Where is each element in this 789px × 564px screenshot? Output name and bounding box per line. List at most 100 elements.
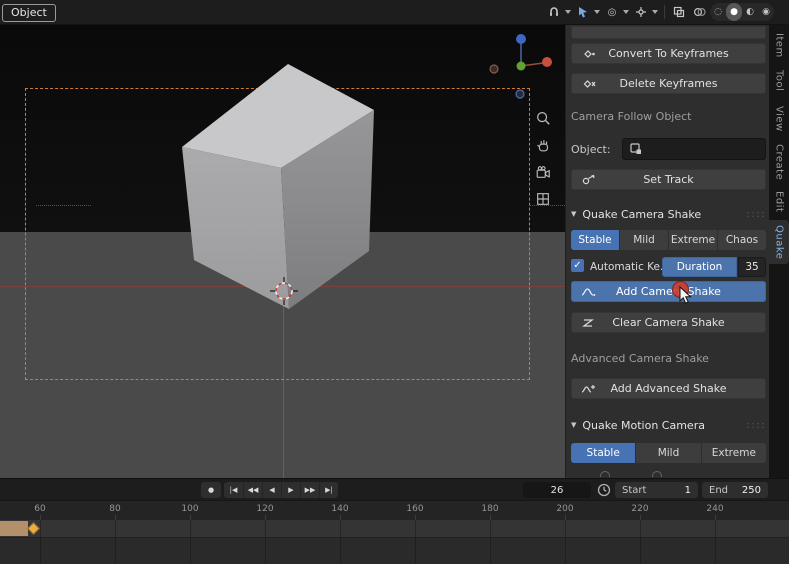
play-reverse-button[interactable]: ◀ <box>262 482 281 498</box>
xray-toggle-icon[interactable] <box>670 3 688 21</box>
play-button[interactable]: ▶ <box>281 482 300 498</box>
record-button[interactable]: ● <box>201 482 221 498</box>
quake-motion-camera-panel-header[interactable]: ▼ Quake Motion Camera :::: <box>571 415 766 435</box>
gizmo-z-axis[interactable] <box>516 34 526 44</box>
advanced-shake-section-label: Advanced Camera Shake <box>571 352 709 365</box>
ruler-frame-label: 240 <box>706 504 724 514</box>
timeline-ruler[interactable]: 60 80 100 120 140 160 180 200 220 240 <box>0 500 789 521</box>
motion-preset-stable-button[interactable]: Stable <box>571 443 636 463</box>
default-cube[interactable] <box>182 64 374 309</box>
preset-extreme-button[interactable]: Extreme <box>669 230 717 250</box>
ruler-frame-label: 180 <box>481 504 499 514</box>
frame-end-field[interactable]: End 250 <box>702 482 768 498</box>
gizmo-axes-icon <box>636 7 646 17</box>
tab-edit[interactable]: Edit <box>769 186 789 218</box>
overlays-icon[interactable] <box>690 3 708 21</box>
motion-preset-group: Stable Mild Extreme <box>571 443 766 463</box>
snap-dropdown[interactable] <box>563 3 572 21</box>
quake-motion-camera-title: Quake Motion Camera <box>582 418 705 432</box>
preset-chaos-button[interactable]: Chaos <box>718 230 766 250</box>
timeline-header: ● |◀ ◀◀ ◀ ▶ ▶▶ ▶| 26 Start 1 End 250 <box>0 478 789 500</box>
panel-grip-icon[interactable]: :::: <box>747 209 766 220</box>
motion-preset-extreme-button[interactable]: Extreme <box>701 443 766 463</box>
snapping-target-icon[interactable] <box>574 3 592 21</box>
preset-mild-button[interactable]: Mild <box>620 230 668 250</box>
set-track-button[interactable]: Set Track <box>571 169 766 190</box>
orthographic-grid-icon[interactable] <box>532 188 554 210</box>
overlay-circles-icon <box>693 7 706 17</box>
add-advanced-shake-button[interactable]: Add Advanced Shake <box>571 378 766 399</box>
ruler-frame-label: 160 <box>406 504 424 514</box>
shading-rendered-icon[interactable]: ◉ <box>758 3 774 21</box>
snapping-dropdown[interactable] <box>592 3 601 21</box>
duration-toggle-button[interactable]: Duration <box>662 257 737 277</box>
camera-view-icon[interactable] <box>532 161 554 183</box>
preset-stable-button[interactable]: Stable <box>571 230 619 250</box>
shading-wireframe-icon[interactable]: ◌ <box>710 3 726 21</box>
proportional-editing-icon[interactable]: ◎ <box>603 3 621 21</box>
gizmo-y-axis[interactable] <box>516 61 526 71</box>
proportional-dropdown[interactable] <box>621 3 630 21</box>
gizmo-neg-x-axis[interactable] <box>489 64 499 74</box>
move-hand-icon[interactable] <box>532 134 554 156</box>
motion-preset-mild-button[interactable]: Mild <box>636 443 701 463</box>
cube-left-face <box>182 147 289 309</box>
channel-separator <box>0 537 789 538</box>
ruler-frame-label: 200 <box>556 504 574 514</box>
timeline-gridline <box>190 520 191 564</box>
tab-quake[interactable]: Quake <box>769 220 789 264</box>
zoom-icon[interactable] <box>532 107 554 129</box>
duration-value-field[interactable]: 35 <box>738 257 766 277</box>
tab-create[interactable]: Create <box>769 140 789 184</box>
3d-viewport[interactable] <box>0 25 565 478</box>
jump-to-end-button[interactable]: ▶| <box>319 482 338 498</box>
shading-solid-icon[interactable]: ● <box>726 3 742 21</box>
viewport-header: Object ◎ ◌ ● ◐ ◉ <box>0 0 789 25</box>
snap-magnet-icon[interactable] <box>545 3 563 21</box>
ruler-frame-label: 140 <box>331 504 349 514</box>
automatic-keyframes-checkbox[interactable]: ✓ <box>571 259 584 272</box>
timeline-gridline <box>115 520 116 564</box>
timeline-gridline <box>415 520 416 564</box>
gizmo-x-axis[interactable] <box>542 57 552 67</box>
quake-camera-shake-panel-header[interactable]: ▼ Quake Camera Shake :::: <box>571 204 766 224</box>
timeline-gridline <box>640 520 641 564</box>
object-mode-menu[interactable]: Object <box>2 4 56 22</box>
object-picker-field[interactable] <box>622 138 766 160</box>
overlap-squares-icon <box>673 6 685 18</box>
navigation-gizmo[interactable] <box>489 34 552 99</box>
selected-channel-highlight <box>0 521 28 536</box>
camera-follow-section-label: Camera Follow Object <box>571 110 692 123</box>
set-track-icon <box>582 174 595 184</box>
blender-window: Object ◎ ◌ ● ◐ ◉ Convert To Keyframes De… <box>0 0 789 564</box>
ruler-frame-label: 120 <box>256 504 274 514</box>
shake-preset-group: Stable Mild Extreme Chaos <box>571 230 766 250</box>
frame-start-field[interactable]: Start 1 <box>615 482 698 498</box>
clear-camera-shake-button[interactable]: Clear Camera Shake <box>571 312 766 333</box>
clipped-radio-button[interactable] <box>600 471 610 477</box>
timeline-channels[interactable] <box>0 520 789 564</box>
gizmos-icon[interactable] <box>632 3 650 21</box>
tab-view[interactable]: View <box>769 100 789 138</box>
next-keyframe-button[interactable]: ▶▶ <box>300 482 319 498</box>
partial-clipped-button[interactable] <box>571 26 766 39</box>
prev-keyframe-button[interactable]: ◀◀ <box>243 482 262 498</box>
set-track-label: Set Track <box>643 173 694 186</box>
add-camera-shake-button[interactable]: Add Camera Shake <box>571 281 766 302</box>
panel-grip-icon[interactable]: :::: <box>747 420 766 431</box>
convert-to-keyframes-button[interactable]: Convert To Keyframes <box>571 43 766 64</box>
current-frame-field[interactable]: 26 <box>523 482 591 498</box>
timeline-gridline <box>490 520 491 564</box>
tab-item[interactable]: Item <box>769 28 789 62</box>
summary-channel-row <box>0 520 789 537</box>
tab-tool[interactable]: Tool <box>769 64 789 98</box>
ruler-frame-label: 80 <box>109 504 121 514</box>
delete-keyframes-button[interactable]: Delete Keyframes <box>571 73 766 94</box>
automatic-keyframes-label: Automatic Ke.. <box>590 261 667 273</box>
gizmos-dropdown[interactable] <box>650 3 659 21</box>
start-value: 1 <box>684 484 691 496</box>
clipped-radio-button[interactable] <box>652 471 662 477</box>
shading-material-icon[interactable]: ◐ <box>742 3 758 21</box>
jump-to-start-button[interactable]: |◀ <box>224 482 243 498</box>
gizmo-neg-z-axis[interactable] <box>515 89 525 99</box>
